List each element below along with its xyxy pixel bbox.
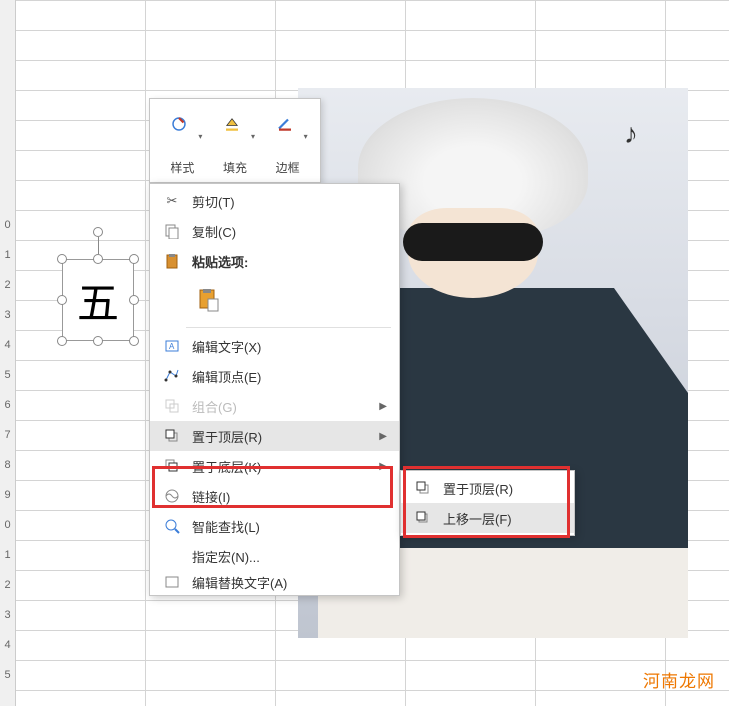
row-num[interactable]: 1 (0, 240, 15, 270)
row-num[interactable]: 2 (0, 570, 15, 600)
chevron-right-icon: ▶ (379, 461, 391, 472)
row-num[interactable]: 8 (0, 450, 15, 480)
watermark: 河南龙网 (643, 667, 715, 692)
row-num[interactable]: 5 (0, 360, 15, 390)
edit-points-icon (158, 368, 186, 384)
style-label: 样式 (170, 159, 194, 176)
style-button[interactable]: ▾ 样式 (158, 105, 207, 178)
row-num[interactable]: 2 (0, 270, 15, 300)
submenu-bring-forward-label: 上移一层(F) (437, 509, 566, 528)
chevron-right-icon: ▶ (379, 401, 391, 412)
bring-front-icon (158, 428, 186, 444)
row-num[interactable]: 9 (0, 480, 15, 510)
row-num[interactable]: 3 (0, 600, 15, 630)
row-num[interactable]: 4 (0, 630, 15, 660)
resize-handle-tr[interactable] (129, 254, 139, 264)
border-button[interactable]: ▾ 边框 (263, 105, 312, 178)
alt-text-icon (158, 574, 186, 590)
menu-copy-label: 复制(C) (186, 222, 391, 241)
submenu-bring-front-item[interactable]: 置于顶层(R) (401, 473, 574, 503)
menu-send-back-label: 置于底层(K) (186, 457, 379, 476)
chevron-down-icon: ▾ (304, 132, 308, 141)
menu-link[interactable]: 链接(I) (150, 481, 399, 511)
resize-handle-ml[interactable] (57, 295, 67, 305)
border-label: 边框 (276, 159, 300, 176)
menu-cut-label: 剪切(T) (186, 192, 391, 211)
fill-icon (215, 107, 249, 141)
textbox-content[interactable]: 五 (62, 259, 134, 341)
menu-paste-options: 粘贴选项: (150, 246, 399, 276)
row-num[interactable]: 5 (0, 660, 15, 690)
row-num[interactable]: 1 (0, 540, 15, 570)
row-num[interactable]: 0 (0, 210, 15, 240)
copy-icon (158, 223, 186, 239)
paste-icon (158, 253, 186, 269)
rotate-handle[interactable] (93, 227, 103, 237)
resize-handle-bl[interactable] (57, 336, 67, 346)
resize-handle-tm[interactable] (93, 254, 103, 264)
row-num[interactable]: 4 (0, 330, 15, 360)
menu-paste-options-label: 粘贴选项: (186, 252, 391, 271)
resize-handle-br[interactable] (129, 336, 139, 346)
mini-toolbar: ▾ 样式 ▾ 填充 ▾ 边框 (149, 98, 321, 183)
style-icon (162, 107, 196, 141)
menu-cut[interactable]: ✂ 剪切(T) (150, 186, 399, 216)
submenu-bring-front-label: 置于顶层(R) (437, 479, 566, 498)
menu-edit-alt-text[interactable]: 编辑替换文字(A) (150, 571, 399, 593)
menu-edit-text-label: 编辑文字(X) (186, 337, 391, 356)
chevron-down-icon: ▾ (198, 132, 202, 141)
border-icon (268, 107, 302, 141)
paste-option-1[interactable] (192, 283, 226, 317)
context-menu: ✂ 剪切(T) 复制(C) 粘贴选项: A 编辑文字(X) 编辑顶点(E) (149, 183, 400, 596)
menu-edit-text[interactable]: A 编辑文字(X) (150, 331, 399, 361)
music-note-icon: ♪ (624, 118, 638, 150)
paste-options-row (150, 276, 399, 324)
menu-link-label: 链接(I) (186, 487, 391, 506)
row-num[interactable]: 6 (0, 390, 15, 420)
bring-front-icon (409, 480, 437, 496)
fill-button[interactable]: ▾ 填充 (211, 105, 260, 178)
row-num[interactable]: 3 (0, 300, 15, 330)
send-back-icon (158, 458, 186, 474)
menu-send-back[interactable]: 置于底层(K) ▶ (150, 451, 399, 481)
menu-edit-points-label: 编辑顶点(E) (186, 367, 391, 386)
chevron-right-icon: ▶ (379, 431, 391, 442)
row-num[interactable]: 7 (0, 420, 15, 450)
chevron-down-icon: ▾ (251, 132, 255, 141)
resize-handle-bm[interactable] (93, 336, 103, 346)
menu-bring-front-label: 置于顶层(R) (186, 427, 379, 446)
submenu-bring-forward[interactable]: 上移一层(F) (401, 503, 574, 533)
menu-group-label: 组合(G) (186, 397, 379, 416)
menu-smart-lookup-label: 智能查找(L) (186, 517, 391, 536)
smart-lookup-icon (158, 518, 186, 534)
menu-bring-front[interactable]: 置于顶层(R) ▶ (150, 421, 399, 451)
menu-edit-points[interactable]: 编辑顶点(E) (150, 361, 399, 391)
menu-copy[interactable]: 复制(C) (150, 216, 399, 246)
menu-edit-alt-text-label: 编辑替换文字(A) (186, 573, 391, 592)
resize-handle-tl[interactable] (57, 254, 67, 264)
menu-assign-macro[interactable]: 指定宏(N)... (150, 541, 399, 571)
row-number-gutter: 0 1 2 3 4 5 6 7 8 9 0 1 2 3 4 5 (0, 0, 15, 690)
selected-textbox[interactable]: 五 (54, 251, 142, 349)
fill-label: 填充 (223, 159, 247, 176)
bring-forward-icon (409, 510, 437, 526)
svg-text:A: A (169, 342, 175, 351)
cut-icon: ✂ (158, 193, 186, 209)
menu-assign-macro-label: 指定宏(N)... (186, 547, 391, 566)
edit-text-icon: A (158, 338, 186, 354)
group-icon (158, 398, 186, 414)
menu-group: 组合(G) ▶ (150, 391, 399, 421)
resize-handle-mr[interactable] (129, 295, 139, 305)
row-num[interactable]: 0 (0, 510, 15, 540)
submenu-bring-front: 置于顶层(R) 上移一层(F) (400, 470, 575, 536)
link-icon (158, 488, 186, 504)
menu-smart-lookup[interactable]: 智能查找(L) (150, 511, 399, 541)
